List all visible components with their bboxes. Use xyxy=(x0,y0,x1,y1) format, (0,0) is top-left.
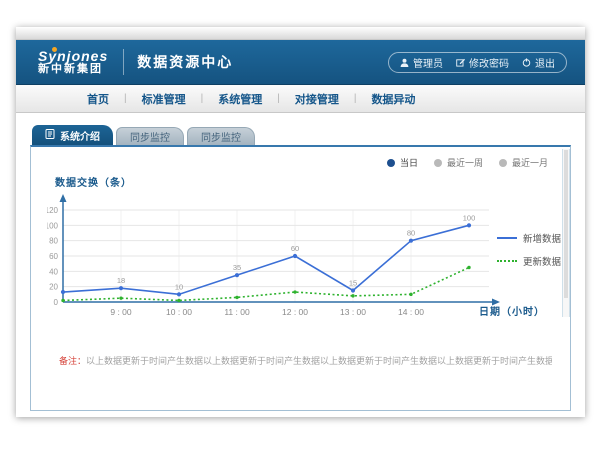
logout-button[interactable]: 退出 xyxy=(522,55,555,70)
change-password-button[interactable]: 修改密码 xyxy=(456,55,509,70)
panel-scrollbar[interactable] xyxy=(562,149,570,317)
svg-text:18: 18 xyxy=(117,276,125,285)
tab-label: 同步监控 xyxy=(201,129,241,144)
svg-text:120: 120 xyxy=(47,206,59,215)
nav-item-system[interactable]: 系统管理 xyxy=(203,91,277,107)
radio-dot-icon xyxy=(387,159,395,167)
svg-text:12 : 00: 12 : 00 xyxy=(282,307,308,317)
chart-legend: 新增数据 更新数据 xyxy=(497,231,561,268)
time-range-filter: 当日 最近一周 最近一月 xyxy=(387,156,548,169)
logo-accent-dot xyxy=(52,47,57,52)
svg-text:11 : 00: 11 : 00 xyxy=(224,307,250,317)
svg-text:10 : 00: 10 : 00 xyxy=(166,307,192,317)
x-axis-title: 日期（小时） xyxy=(479,303,545,318)
radio-label: 当日 xyxy=(400,156,418,169)
legend-item-updated-data: 更新数据 xyxy=(497,254,561,268)
header-divider xyxy=(123,49,124,75)
power-icon xyxy=(522,58,531,67)
scrollbar-thumb[interactable] xyxy=(564,150,568,298)
radio-last-month[interactable]: 最近一月 xyxy=(499,156,548,169)
document-icon xyxy=(45,129,55,142)
content-area: 系统介绍 同步监控 同步监控 当日 最近一周 xyxy=(16,113,585,416)
user-actions: 管理员 修改密码 退出 xyxy=(388,52,567,73)
svg-text:10: 10 xyxy=(175,282,183,291)
legend-line-swatch xyxy=(497,260,517,262)
tab-label: 系统介绍 xyxy=(60,128,100,143)
legend-label: 新增数据 xyxy=(523,231,561,245)
footnote: 备注：以上数据更新于时间产生数据以上数据更新于时间产生数据以上数据更新于时间产生… xyxy=(59,354,552,367)
logout-label: 退出 xyxy=(535,55,555,70)
radio-label: 最近一月 xyxy=(512,156,548,169)
tab-bar: 系统介绍 同步监控 同步监控 xyxy=(32,125,255,145)
edit-icon xyxy=(456,58,465,67)
nav-item-home[interactable]: 首页 xyxy=(72,91,124,107)
window-chrome-strip xyxy=(16,27,585,40)
radio-last-week[interactable]: 最近一周 xyxy=(434,156,483,169)
data-exchange-line-chart: 0 20 40 60 80 100 120 9 : 00 10 : 00 11 : 00 12 : … xyxy=(47,189,517,329)
svg-text:60: 60 xyxy=(291,244,299,253)
svg-text:15: 15 xyxy=(349,279,357,288)
svg-text:100: 100 xyxy=(47,221,59,230)
change-password-label: 修改密码 xyxy=(469,55,509,70)
user-icon xyxy=(400,58,409,67)
radio-today[interactable]: 当日 xyxy=(387,156,418,169)
main-nav: 首页 | 标准管理 | 系统管理 | 对接管理 | 数据异动 xyxy=(16,85,585,113)
svg-text:0: 0 xyxy=(54,298,59,307)
svg-text:35: 35 xyxy=(233,263,241,272)
app-window: Synjones 新中新集团 数据资源中心 管理员 修改密码 xyxy=(16,27,585,417)
logo-text-cn: 新中新集团 xyxy=(38,64,108,76)
footnote-text: 以上数据更新于时间产生数据以上数据更新于时间产生数据以上数据更新于时间产生数据以… xyxy=(86,356,552,366)
footnote-label: 备注： xyxy=(59,356,86,366)
nav-item-data-change[interactable]: 数据异动 xyxy=(356,91,430,107)
svg-text:80: 80 xyxy=(49,237,58,246)
legend-line-swatch xyxy=(497,237,517,239)
logo: Synjones 新中新集团 xyxy=(38,49,108,75)
app-title: 数据资源中心 xyxy=(137,52,233,72)
svg-text:20: 20 xyxy=(49,283,58,292)
current-user-button[interactable]: 管理员 xyxy=(400,55,443,70)
app-header: Synjones 新中新集团 数据资源中心 管理员 修改密码 xyxy=(16,40,585,85)
tab-label: 同步监控 xyxy=(130,129,170,144)
svg-text:60: 60 xyxy=(49,252,58,261)
svg-text:100: 100 xyxy=(463,213,476,222)
svg-text:40: 40 xyxy=(49,267,58,276)
tab-sync-monitor-1[interactable]: 同步监控 xyxy=(116,127,184,145)
svg-text:80: 80 xyxy=(407,229,415,238)
radio-dot-icon xyxy=(499,159,507,167)
tab-sync-monitor-2[interactable]: 同步监控 xyxy=(187,127,255,145)
radio-dot-icon xyxy=(434,159,442,167)
nav-item-interface[interactable]: 对接管理 xyxy=(280,91,354,107)
svg-text:14 : 00: 14 : 00 xyxy=(398,307,424,317)
y-axis-title: 数据交换（条） xyxy=(55,174,132,189)
current-user-label: 管理员 xyxy=(413,55,443,70)
nav-item-standards[interactable]: 标准管理 xyxy=(127,91,201,107)
radio-label: 最近一周 xyxy=(447,156,483,169)
svg-text:9 : 00: 9 : 00 xyxy=(110,307,132,317)
chart-panel: 当日 最近一周 最近一月 数据交换（条） 0 20 40 60 80 100 120 9 : … xyxy=(30,145,571,411)
chart-area: 0 20 40 60 80 100 120 9 : 00 10 : 00 11 : 00 12 : … xyxy=(47,189,517,329)
logo-text-en: Synjones xyxy=(38,49,108,64)
tab-system-intro[interactable]: 系统介绍 xyxy=(32,125,113,145)
legend-item-new-data: 新增数据 xyxy=(497,231,561,245)
legend-label: 更新数据 xyxy=(523,254,561,268)
svg-text:13 : 00: 13 : 00 xyxy=(340,307,366,317)
